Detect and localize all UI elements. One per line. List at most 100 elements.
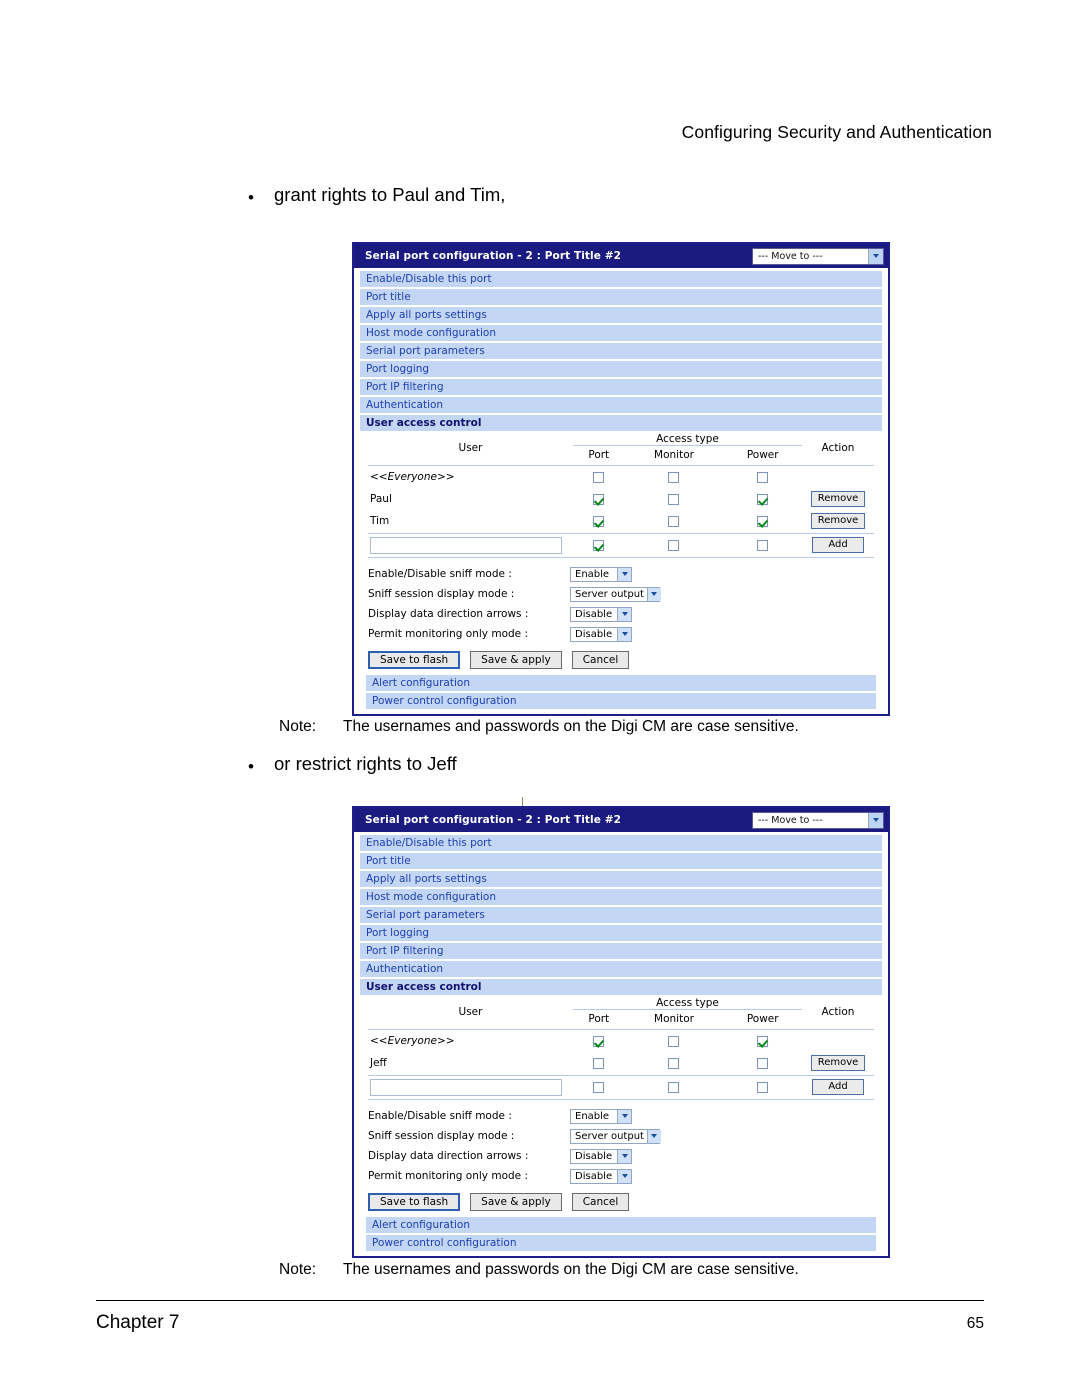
chevron-glyph [873, 818, 879, 822]
panel-1-row-2-monitor-cell [625, 510, 724, 532]
panel-2-nav-item-4[interactable]: Serial port parameters [360, 907, 882, 923]
panel-1-setting-chevron-down-icon-2 [617, 607, 631, 621]
panel-2-nav-item-3[interactable]: Host mode configuration [360, 889, 882, 905]
document-page: Configuring Security and Authentication … [0, 0, 1080, 1397]
panel-1-move-to-select[interactable]: --- Move to --- [752, 247, 884, 265]
panel-1-add-button[interactable]: Add [812, 537, 864, 553]
panel-1-row-2-port-checkbox[interactable] [593, 515, 605, 527]
panel-2-subcol-monitor: Monitor [654, 1012, 694, 1025]
panel-1-row-1-monitor-checkbox[interactable] [668, 493, 680, 505]
panel-1-new-user-input[interactable] [370, 536, 562, 554]
panel-1-nav-item-0[interactable]: Enable/Disable this port [360, 271, 882, 287]
panel-2-setting-select-3[interactable]: Disable [570, 1168, 632, 1184]
panel-2-button-bar: Save to flash Save & apply Cancel [360, 1186, 882, 1217]
panel-1-row-0-power-checkbox[interactable] [757, 471, 769, 483]
panel-2-cancel-button[interactable]: Cancel [571, 1193, 630, 1211]
panel-1-setting-row-2: Display data direction arrows : Disable [368, 604, 874, 624]
panel-2-col-user: User [458, 1006, 483, 1018]
panel-2-row-1-monitor-checkbox[interactable] [668, 1057, 680, 1069]
panel-1-row-1-power-cell [723, 488, 802, 510]
panel-2-nav-item-5[interactable]: Port logging [360, 925, 882, 941]
panel-1-row-2-monitor-checkbox[interactable] [668, 515, 680, 527]
panel-2-col-action: Action [821, 1006, 855, 1018]
panel-2-row-1-power-checkbox[interactable] [757, 1057, 769, 1069]
panel-2-setting-select-2[interactable]: Disable [570, 1148, 632, 1164]
panel-2-nav-item-7[interactable]: Authentication [360, 961, 882, 977]
panel-2-save-apply-button[interactable]: Save & apply [470, 1193, 562, 1211]
panel-2-setting-label-0: Enable/Disable sniff mode : [368, 1110, 512, 1122]
panel-2-body: Enable/Disable this port Port title Apply … [354, 832, 888, 1256]
panel-1-title-bar: Serial port configuration - 2 : Port Tit… [354, 244, 888, 268]
panel-1-new-user-row: Add [368, 534, 874, 557]
panel-2-new-monitor-checkbox[interactable] [668, 1081, 680, 1093]
panel-2-row-0-port-checkbox[interactable] [593, 1035, 605, 1047]
panel-1-section-user-access-control[interactable]: User access control [360, 415, 882, 431]
panel-1-row-0-monitor-checkbox[interactable] [668, 471, 680, 483]
panel-1-setting-select-1[interactable]: Server output [570, 586, 661, 602]
panel-1-tail-nav-item-0[interactable]: Alert configuration [366, 675, 876, 691]
panel-1-cancel-button[interactable]: Cancel [571, 651, 630, 669]
panel-1-row-2-power-checkbox[interactable] [757, 515, 769, 527]
panel-1-nav-item-4[interactable]: Serial port parameters [360, 343, 882, 359]
bullet-item-2: • or restrict rights to Jeff [248, 753, 848, 775]
bullet-dot-icon: • [248, 188, 254, 207]
panel-1-access-table: User Access type Action Port Monitor Power <<E… [368, 433, 874, 558]
panel-2-add-button[interactable]: Add [812, 1079, 864, 1095]
panel-2-row-1-port-checkbox[interactable] [593, 1057, 605, 1069]
panel-1-save-to-flash-button[interactable]: Save to flash [368, 651, 461, 669]
panel-2-setting-row-0: Enable/Disable sniff mode : Enable [368, 1106, 874, 1126]
panel-2-setting-select-1[interactable]: Server output [570, 1128, 661, 1144]
panel-2-new-power-checkbox[interactable] [757, 1081, 769, 1093]
panel-1-save-apply-button[interactable]: Save & apply [470, 651, 562, 669]
panel-2-setting-select-0[interactable]: Enable [570, 1108, 632, 1124]
panel-2-new-user-input[interactable] [370, 1078, 562, 1096]
panel-1-row-0-port-checkbox[interactable] [593, 471, 605, 483]
panel-1-setting-select-0[interactable]: Enable [570, 566, 632, 582]
panel-2-nav-item-6[interactable]: Port IP filtering [360, 943, 882, 959]
panel-1-setting-select-3[interactable]: Disable [570, 626, 632, 642]
panel-1-row-2-remove-button[interactable]: Remove [810, 513, 866, 529]
panel-1-row-1-port-checkbox[interactable] [593, 493, 605, 505]
panel-2-row-1-remove-button[interactable]: Remove [810, 1055, 866, 1071]
panel-2-section-user-access-control[interactable]: User access control [360, 979, 882, 995]
panel-2-col-access-type: Access type [573, 997, 802, 1010]
panel-1-nav-item-3[interactable]: Host mode configuration [360, 325, 882, 341]
panel-2-nav-item-0[interactable]: Enable/Disable this port [360, 835, 882, 851]
panel-1-setting-label-1: Sniff session display mode : [368, 588, 515, 600]
panel-1-nav-item-1[interactable]: Port title [360, 289, 882, 305]
panel-2-row-0-monitor-checkbox[interactable] [668, 1035, 680, 1047]
panel-2-setting-value-2: Disable [575, 1150, 613, 1162]
panel-2-nav-item-1[interactable]: Port title [360, 853, 882, 869]
panel-2-nav-item-2[interactable]: Apply all ports settings [360, 871, 882, 887]
panel-1-row-1-power-checkbox[interactable] [757, 493, 769, 505]
panel-1-subcol-monitor: Monitor [654, 448, 694, 461]
footer-chapter: Chapter 7 [96, 1312, 180, 1333]
panel-1-row-1-monitor-cell [625, 488, 724, 510]
panel-2-tail-nav-item-0[interactable]: Alert configuration [366, 1217, 876, 1233]
panel-1-new-port-checkbox[interactable] [593, 539, 605, 551]
panel-1-setting-select-2[interactable]: Disable [570, 606, 632, 622]
panel-1-new-monitor-checkbox[interactable] [668, 539, 680, 551]
panel-1-nav-item-5[interactable]: Port logging [360, 361, 882, 377]
panel-2-row-0-power-checkbox[interactable] [757, 1035, 769, 1047]
panel-1-col-action: Action [821, 442, 855, 454]
panel-2-tail-nav-item-1[interactable]: Power control configuration [366, 1235, 876, 1251]
panel-1-nav-item-6[interactable]: Port IP filtering [360, 379, 882, 395]
panel-2-new-port-checkbox[interactable] [593, 1081, 605, 1093]
panel-2-new-user-row: Add [368, 1076, 874, 1099]
panel-1-row-1-remove-button[interactable]: Remove [810, 491, 866, 507]
panel-1-setting-value-0: Enable [575, 568, 610, 580]
note-label-1: Note: [279, 718, 317, 735]
panel-2-save-to-flash-button[interactable]: Save to flash [368, 1193, 461, 1211]
note-text-1: The usernames and passwords on the Digi … [343, 718, 799, 735]
panel-2-move-to-select[interactable]: --- Move to --- [752, 811, 884, 829]
panel-2-user-access-control: User Access type Action Port Monitor Power <<E… [360, 997, 882, 1100]
panel-1-move-to-label: --- Move to --- [758, 250, 823, 262]
note-1: Note: The usernames and passwords on the… [279, 718, 979, 736]
panel-2-table-header-row: User Access type Action [368, 997, 874, 1018]
panel-1-nav-item-7[interactable]: Authentication [360, 397, 882, 413]
panel-1-new-power-checkbox[interactable] [757, 539, 769, 551]
panel-1-nav-item-2[interactable]: Apply all ports settings [360, 307, 882, 323]
panel-1-button-bar: Save to flash Save & apply Cancel [360, 644, 882, 675]
panel-1-tail-nav-item-1[interactable]: Power control configuration [366, 693, 876, 709]
